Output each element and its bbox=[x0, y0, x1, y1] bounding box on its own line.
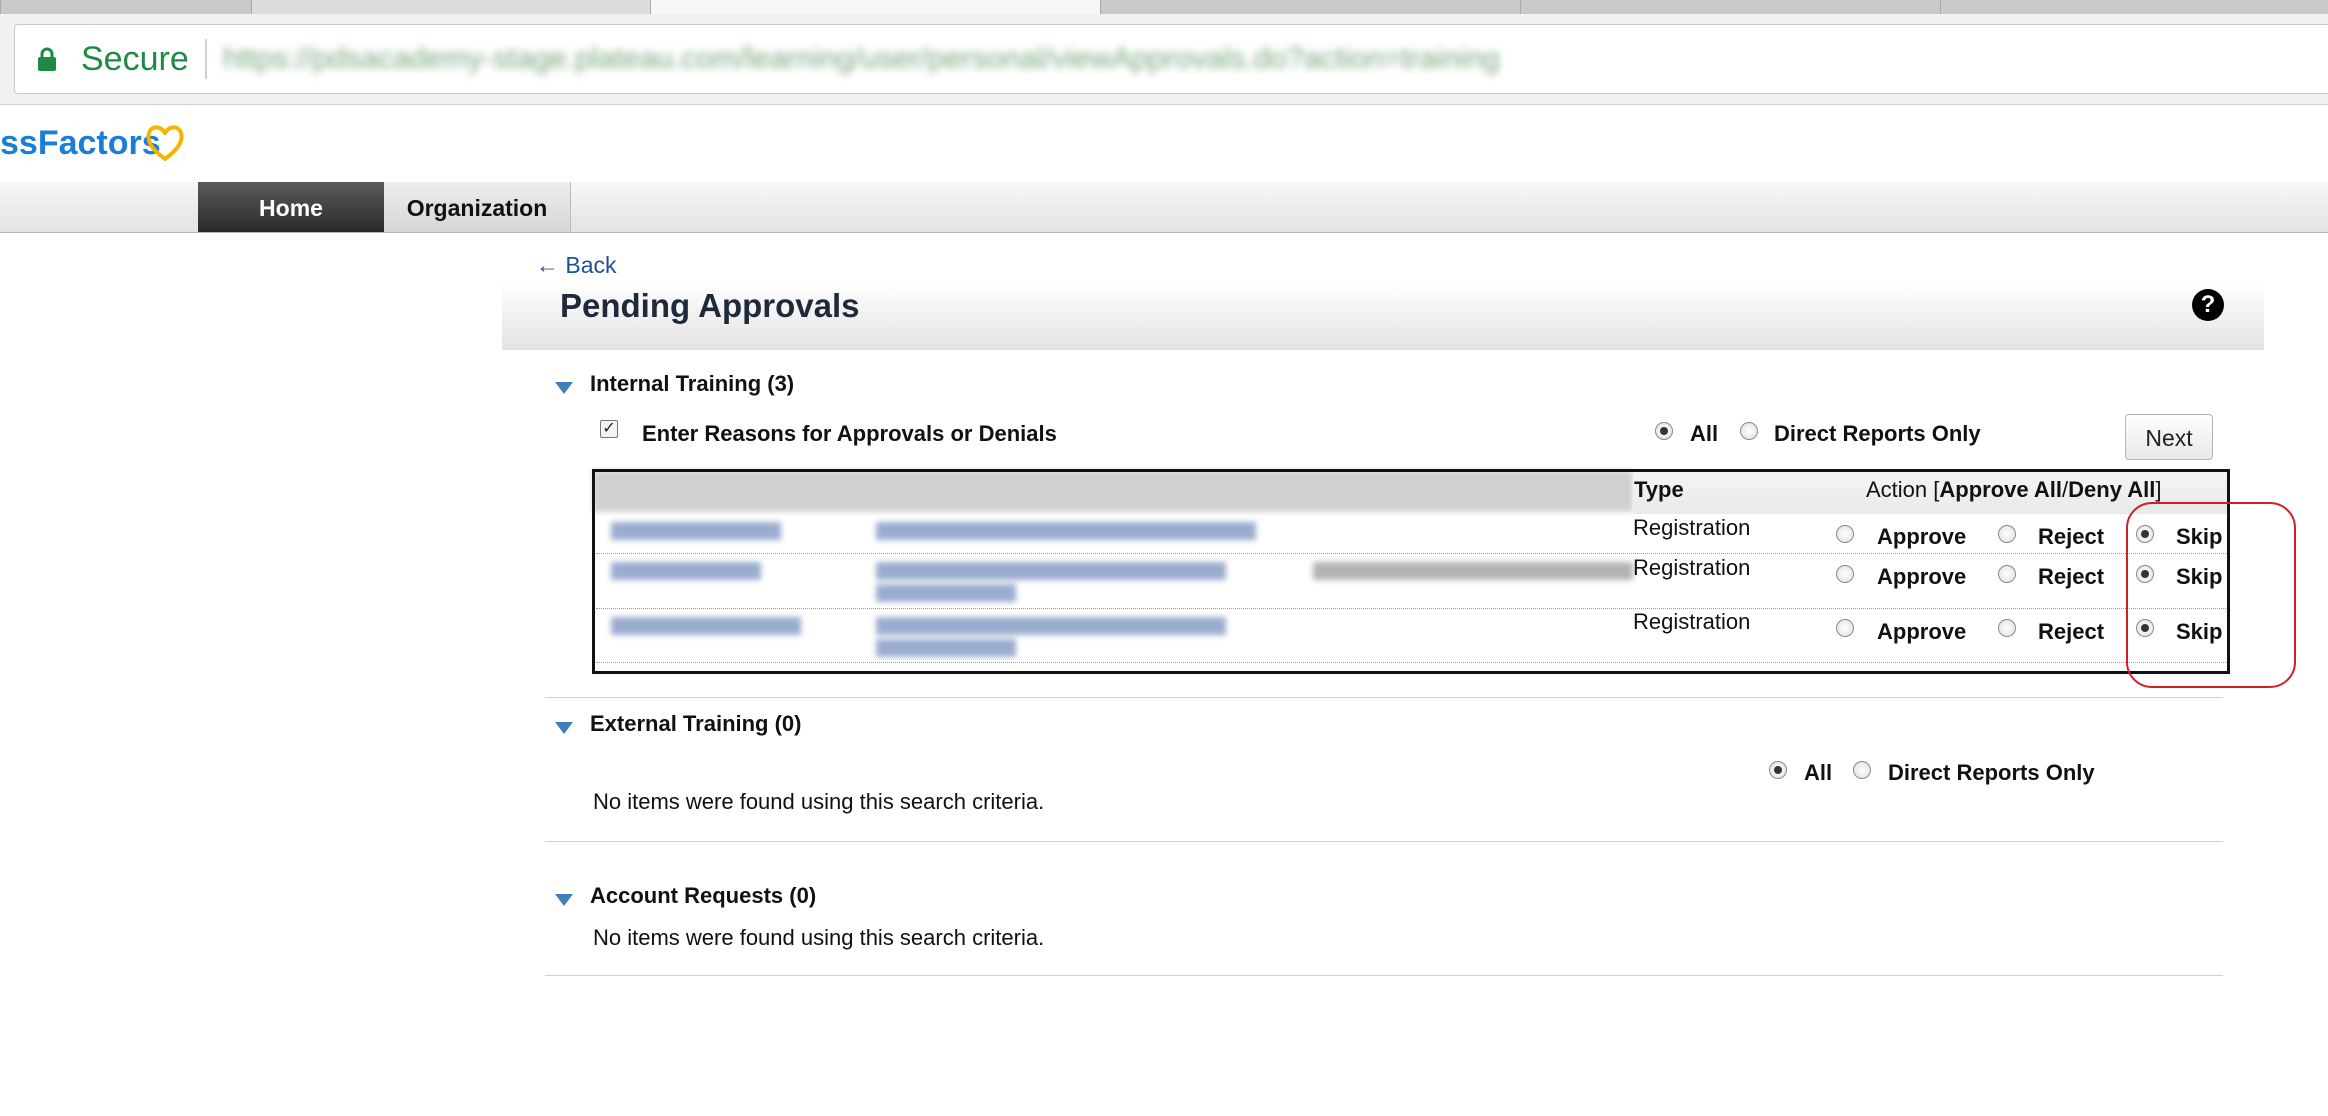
row-2-type: Registration bbox=[1633, 555, 1751, 580]
column-header-action-suffix: ] bbox=[2155, 477, 2162, 502]
row-1-type: Registration bbox=[1633, 515, 1751, 540]
back-link[interactable]: ← Back bbox=[536, 250, 617, 280]
nav-organization-tab[interactable]: Organization bbox=[384, 182, 571, 232]
collapse-triangle-icon[interactable] bbox=[555, 722, 573, 734]
row-1-reject-label: Reject bbox=[2038, 524, 2105, 549]
page-title: Pending Approvals bbox=[560, 287, 860, 324]
external-filter-direct-reports-label: Direct Reports Only bbox=[1888, 760, 2095, 785]
url-separator bbox=[205, 39, 207, 79]
browser-tab-active[interactable] bbox=[650, 0, 1102, 14]
section-divider bbox=[545, 697, 2223, 698]
secure-label: Secure bbox=[81, 40, 189, 78]
filter-direct-reports-label: Direct Reports Only bbox=[1774, 421, 1981, 446]
section-title-account-requests[interactable]: Account Requests (0) bbox=[590, 882, 816, 910]
browser-tab[interactable] bbox=[0, 0, 252, 14]
column-header-type: Type bbox=[1634, 477, 1684, 502]
account-empty-message: No items were found using this search cr… bbox=[593, 925, 1045, 950]
successfactors-logo[interactable]: ssFactors bbox=[0, 120, 161, 166]
help-icon[interactable]: ? bbox=[2192, 289, 2224, 321]
url-field[interactable]: Secure https://pdsacademy-stage.plateau.… bbox=[14, 24, 2328, 94]
row-3-approve-label: Approve bbox=[1877, 619, 1967, 644]
column-header-action-prefix: Action [ bbox=[1866, 477, 1940, 502]
url-text[interactable]: https://pdsacademy-stage.plateau.com/lea… bbox=[223, 41, 1500, 77]
filter-all-label: All bbox=[1690, 421, 1719, 446]
browser-tab[interactable] bbox=[1520, 0, 1942, 14]
browser-tab-strip bbox=[0, 0, 2328, 14]
browser-tab[interactable] bbox=[1100, 0, 1522, 14]
row-divider bbox=[596, 553, 2226, 554]
lock-icon bbox=[38, 47, 56, 71]
enter-reasons-label: Enter Reasons for Approvals or Denials bbox=[642, 421, 1057, 446]
row-1-approve-radio[interactable] bbox=[1836, 525, 1854, 543]
row-3-reject-radio[interactable] bbox=[1998, 619, 2016, 637]
row-2-approve-radio[interactable] bbox=[1836, 565, 1854, 583]
external-filter-all-label: All bbox=[1804, 760, 1833, 785]
collapse-triangle-icon[interactable] bbox=[555, 894, 573, 906]
collapse-triangle-icon[interactable] bbox=[555, 382, 573, 394]
row-2-reject-label: Reject bbox=[2038, 564, 2105, 589]
external-filter-direct-reports-radio[interactable] bbox=[1853, 761, 1871, 779]
deny-all-link[interactable]: Deny All bbox=[2068, 477, 2155, 502]
row-3-reject-label: Reject bbox=[2038, 619, 2105, 644]
skip-column-highlight bbox=[2126, 502, 2296, 688]
heart-icon bbox=[146, 125, 184, 161]
browser-tab[interactable] bbox=[1940, 0, 2328, 14]
row-1-reject-radio[interactable] bbox=[1998, 525, 2016, 543]
row-divider bbox=[596, 608, 2226, 609]
column-header-action: Action [Approve All/Deny All] bbox=[1866, 476, 2162, 504]
section-divider bbox=[545, 975, 2223, 976]
section-title-internal-training[interactable]: Internal Training (3) bbox=[590, 370, 794, 398]
section-divider bbox=[545, 841, 2223, 842]
row-2-approve-label: Approve bbox=[1877, 564, 1967, 589]
main-navigation: Home Organization bbox=[0, 182, 2328, 233]
row-1-approve-label: Approve bbox=[1877, 524, 1967, 549]
external-filter-all-radio[interactable] bbox=[1769, 761, 1787, 779]
browser-address-bar: Secure https://pdsacademy-stage.plateau.… bbox=[0, 14, 2328, 105]
approve-all-link[interactable]: Approve All bbox=[1939, 477, 2062, 502]
filter-all-radio[interactable] bbox=[1655, 422, 1673, 440]
row-2-reject-radio[interactable] bbox=[1998, 565, 2016, 583]
external-empty-message: No items were found using this search cr… bbox=[593, 789, 1045, 814]
filter-direct-reports-radio[interactable] bbox=[1740, 422, 1758, 440]
next-button[interactable]: Next bbox=[2125, 414, 2213, 460]
section-title-external-training[interactable]: External Training (0) bbox=[590, 710, 802, 738]
nav-home-tab[interactable]: Home bbox=[198, 182, 384, 232]
row-divider bbox=[596, 662, 2226, 663]
row-3-type: Registration bbox=[1633, 609, 1751, 634]
row-3-approve-radio[interactable] bbox=[1836, 619, 1854, 637]
enter-reasons-checkbox[interactable]: ✓ bbox=[600, 420, 618, 438]
